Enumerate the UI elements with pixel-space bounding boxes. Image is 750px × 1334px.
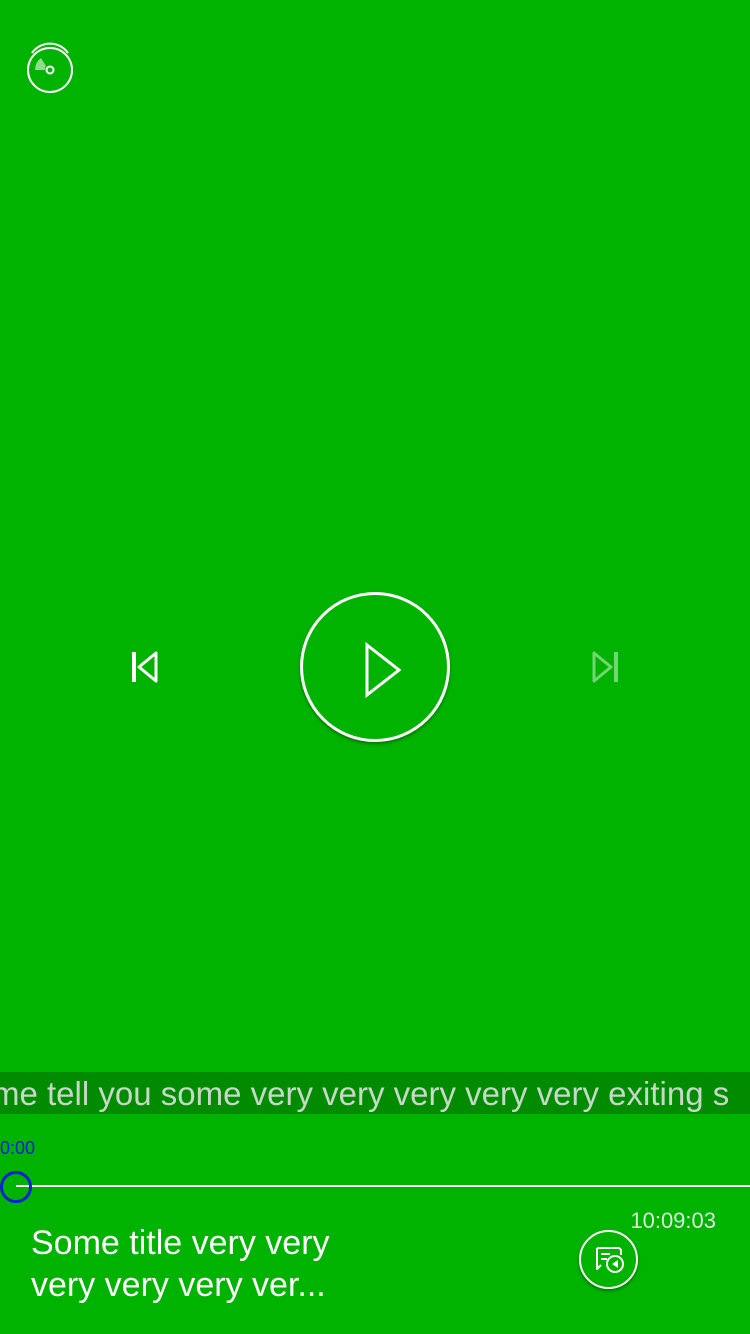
source-icon-button[interactable] — [26, 40, 74, 94]
transport-controls — [0, 592, 750, 742]
disc-wave-icon — [27, 42, 73, 93]
playlist-button[interactable] — [579, 1230, 638, 1289]
previous-button[interactable] — [128, 649, 162, 685]
clock-time: 10:09:03 — [630, 1208, 716, 1233]
scrolling-ticker: me tell you some very very very very ver… — [0, 1072, 750, 1114]
skip-next-icon — [592, 651, 618, 683]
seek-thumb[interactable] — [0, 1171, 32, 1203]
track-title: Some title very very very very very ver.… — [31, 1224, 330, 1304]
ticker-text: me tell you some very very very very ver… — [0, 1075, 730, 1112]
seek-bar[interactable] — [16, 1185, 750, 1187]
playlist-play-icon — [596, 1247, 624, 1273]
play-button[interactable] — [300, 592, 450, 742]
skip-previous-icon — [132, 651, 158, 683]
next-button[interactable] — [588, 649, 622, 685]
player-screen: { "top_bar": { "source_icon": "disc-wave… — [0, 0, 750, 1334]
elapsed-time: 0:00 — [0, 1138, 36, 1158]
play-icon — [365, 642, 402, 698]
